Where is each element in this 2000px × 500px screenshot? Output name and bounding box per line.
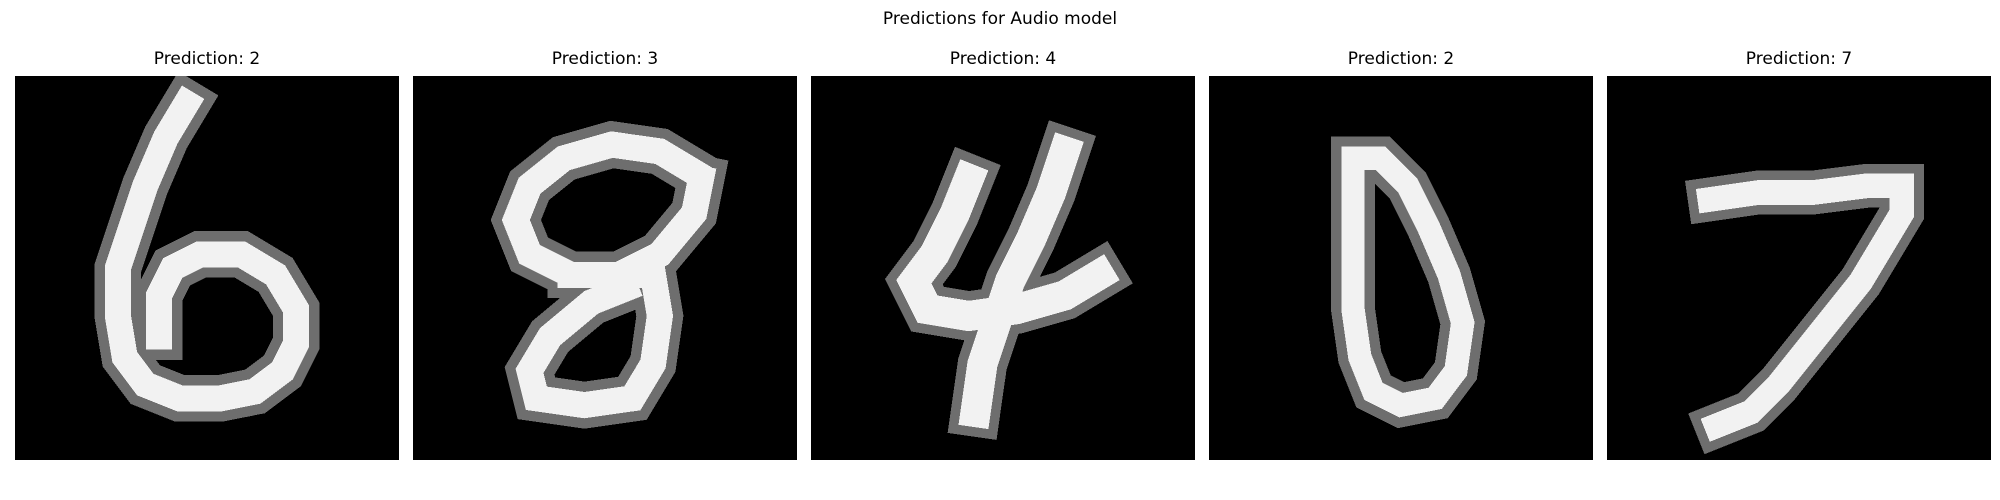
panel-2: Prediction: 3 [413, 48, 797, 460]
handwritten-eight-image [413, 76, 797, 460]
handwritten-zero-image [1209, 76, 1593, 460]
panel-5-title: Prediction: 7 [1745, 49, 1853, 69]
panel-1: Prediction: 2 [15, 48, 399, 460]
digit-image-1 [15, 76, 399, 460]
handwritten-seven-image [1607, 76, 1991, 460]
panel-4: Prediction: 2 [1209, 48, 1593, 460]
handwritten-six-image [15, 76, 399, 460]
digit-image-2 [413, 76, 797, 460]
panel-3-title: Prediction: 4 [949, 49, 1057, 69]
panel-3: Prediction: 4 [811, 48, 1195, 460]
panel-2-title: Prediction: 3 [551, 49, 659, 69]
digit-image-4 [1209, 76, 1593, 460]
handwritten-four-image [811, 76, 1195, 460]
figure-title: Predictions for Audio model [882, 9, 1118, 29]
panel-4-title: Prediction: 2 [1347, 49, 1455, 69]
digit-image-3 [811, 76, 1195, 460]
panel-5: Prediction: 7 [1607, 48, 1991, 460]
digit-image-5 [1607, 76, 1991, 460]
panel-1-title: Prediction: 2 [153, 49, 261, 69]
